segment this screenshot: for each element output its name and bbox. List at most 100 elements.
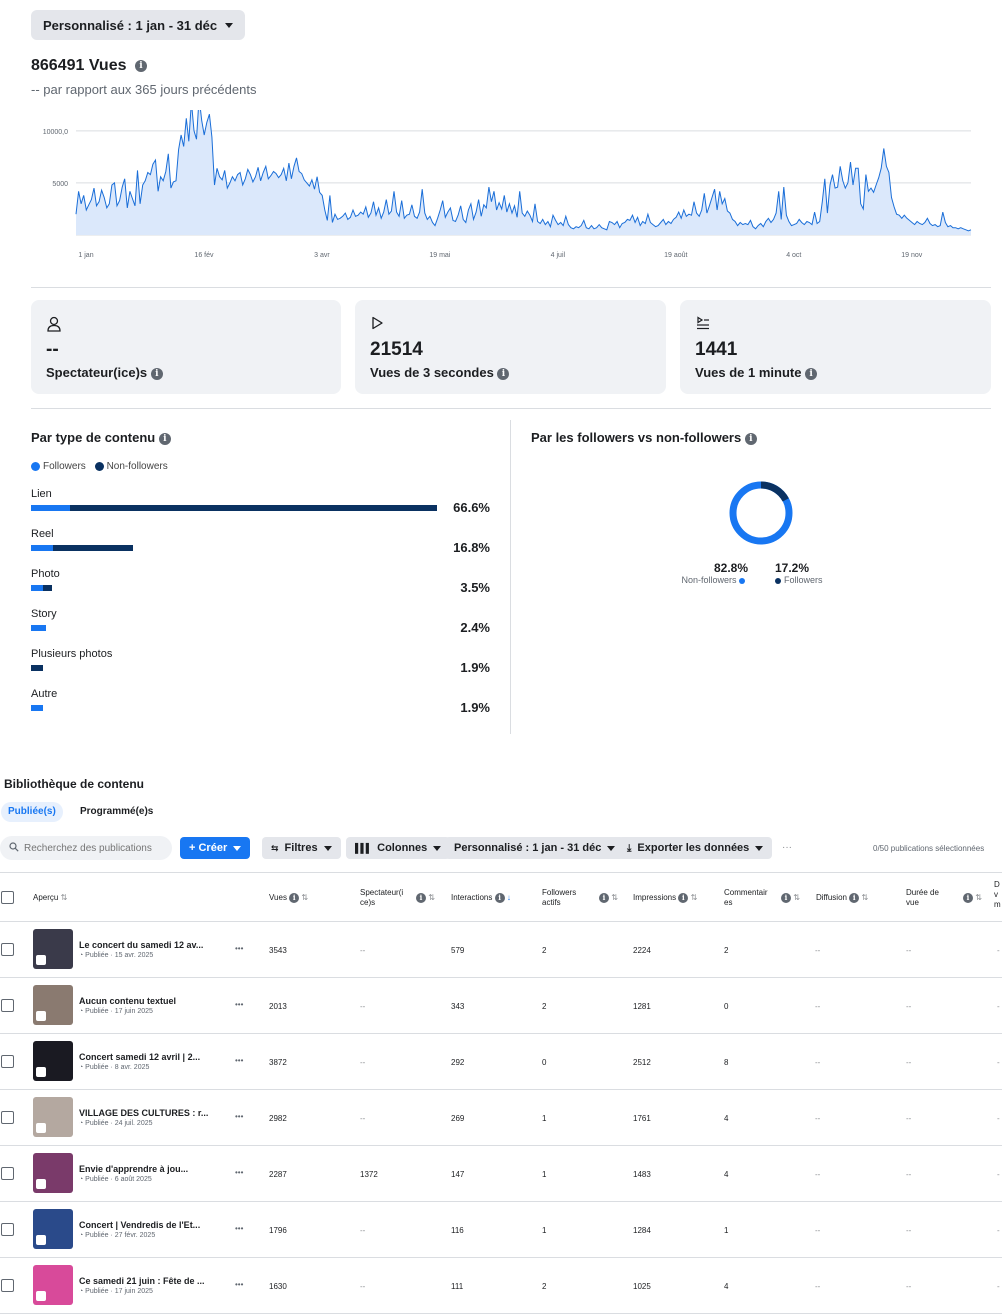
info-icon[interactable]: i	[158, 432, 171, 445]
row-more-button[interactable]: •••	[235, 1280, 243, 1289]
more-options-button[interactable]: ···	[782, 842, 792, 853]
row-more-button[interactable]: •••	[235, 1224, 243, 1233]
cell-distribution: --	[815, 1282, 821, 1291]
post-title[interactable]: Concert | Vendredis de l'Et...	[79, 1220, 200, 1230]
stat-value: --	[46, 339, 59, 360]
cell-duration: --	[906, 946, 912, 955]
date-range-button[interactable]: Personnalisé : 1 jan - 31 déc	[31, 10, 246, 40]
table-row[interactable]: Concert samedi 12 avril | 2... ◔ Publiée …	[0, 1034, 1002, 1090]
col-comments[interactable]: Commentair es	[724, 888, 774, 908]
post-type-icon	[36, 1123, 46, 1133]
x-tick-label: 19 mai	[429, 252, 450, 259]
row-more-button[interactable]: •••	[235, 1168, 243, 1177]
info-icon[interactable]: i	[805, 367, 818, 380]
table-row[interactable]: Aucun contenu textuel ◔ Publiée · 17 juin…	[0, 978, 1002, 1034]
export-button[interactable]: ⤓ Exporter les données	[618, 837, 773, 859]
info-icon[interactable]: i	[150, 367, 163, 380]
col-impressions[interactable]: Impressions i ⇅	[633, 893, 697, 903]
bar-label: Reel	[31, 528, 54, 540]
row-checkbox[interactable]	[1, 1223, 14, 1236]
non-followers-bar	[52, 545, 134, 551]
post-title[interactable]: VILLAGE DES CULTURES : r...	[79, 1108, 208, 1118]
followers-stat: 17.2% Followers	[775, 561, 855, 585]
cell-duration: --	[906, 1282, 912, 1291]
info-icon[interactable]: i	[497, 367, 510, 380]
table-row[interactable]: Envie d'apprendre à jou... ◔ Publiée · 6 …	[0, 1146, 1002, 1202]
col-active-followers[interactable]: Followers actifs	[542, 888, 586, 908]
col-comments-sort[interactable]: i ⇅	[781, 893, 800, 903]
followers-bar	[31, 505, 70, 511]
row-checkbox[interactable]	[1, 1167, 14, 1180]
post-thumbnail[interactable]	[33, 929, 73, 969]
col-watch-time[interactable]: Durée de vue	[906, 888, 950, 908]
cell-comments: 4	[724, 1114, 729, 1123]
cell-extra: -	[997, 1114, 1000, 1123]
bar-label: Photo	[31, 568, 60, 580]
caret-down-icon	[233, 845, 242, 851]
cell-views: 2013	[269, 1002, 287, 1011]
post-title[interactable]: Envie d'apprendre à jou...	[79, 1164, 188, 1174]
post-thumbnail[interactable]	[33, 1209, 73, 1249]
post-thumbnail[interactable]	[33, 985, 73, 1025]
post-title[interactable]: Aucun contenu textuel	[79, 996, 176, 1006]
row-more-button[interactable]: •••	[235, 1000, 243, 1009]
info-icon[interactable]: i	[744, 432, 757, 445]
search-input[interactable]	[24, 842, 164, 854]
stat-card-viewers: -- Spectateur(ice)s i	[31, 300, 341, 394]
row-checkbox[interactable]	[1, 1111, 14, 1124]
post-thumbnail[interactable]	[33, 1041, 73, 1081]
col-followers-sort[interactable]: i ⇅	[599, 893, 618, 903]
search-box[interactable]	[0, 836, 172, 860]
cell-distribution: --	[815, 1226, 821, 1235]
post-date: ◔ Publiée · 15 avr. 2025	[79, 952, 154, 959]
info-icon[interactable]: i	[134, 59, 147, 72]
post-thumbnail[interactable]	[33, 1153, 73, 1193]
row-more-button[interactable]: •••	[235, 944, 243, 953]
cell-duration: --	[906, 1170, 912, 1179]
row-more-button[interactable]: •••	[235, 1056, 243, 1065]
tab-published[interactable]: Publiée(s)	[1, 802, 63, 822]
table-row[interactable]: VILLAGE DES CULTURES : r... ◔ Publiée · 2…	[0, 1090, 1002, 1146]
tab-scheduled[interactable]: Programmé(e)s	[80, 806, 153, 817]
row-checkbox[interactable]	[1, 943, 14, 956]
columns-button[interactable]: ▌▌▌ Colonnes	[346, 837, 451, 859]
filters-button[interactable]: ⇆ Filtres	[262, 837, 341, 859]
col-views[interactable]: Vues i ⇅	[269, 893, 308, 903]
col-distribution[interactable]: Diffusion i ⇅	[816, 893, 868, 903]
col-viewers-sort[interactable]: i ⇅	[416, 893, 435, 903]
row-checkbox[interactable]	[1, 999, 14, 1012]
col-interactions[interactable]: Interactions i ↓	[451, 893, 511, 903]
col-watch-sort[interactable]: i ⇅	[963, 893, 982, 903]
cell-views: 1796	[269, 1226, 287, 1235]
col-viewers[interactable]: Spectateur(i ce)s	[360, 888, 404, 908]
post-title[interactable]: Concert samedi 12 avril | 2...	[79, 1052, 200, 1062]
play-icon	[371, 316, 383, 333]
cell-followers: 1	[542, 1226, 547, 1235]
col-extra[interactable]: D v m	[994, 880, 1002, 910]
col-preview[interactable]: Aperçu ⇅	[33, 893, 67, 903]
x-tick-label: 19 août	[664, 252, 687, 259]
create-button[interactable]: + Créer	[180, 837, 251, 859]
table-row[interactable]: Concert | Vendredis de l'Et... ◔ Publiée …	[0, 1202, 1002, 1258]
info-icon: i	[849, 893, 860, 903]
row-more-button[interactable]: •••	[235, 1112, 243, 1121]
post-title[interactable]: Le concert du samedi 12 av...	[79, 940, 203, 950]
x-tick-label: 3 avr	[314, 252, 330, 259]
info-icon: i	[963, 893, 973, 903]
row-checkbox[interactable]	[1, 1055, 14, 1068]
library-date-button[interactable]: Personnalisé : 1 jan - 31 déc	[445, 837, 625, 859]
cell-duration: --	[906, 1226, 912, 1235]
row-checkbox[interactable]	[1, 1279, 14, 1292]
table-row[interactable]: Ce samedi 21 juin : Fête de ... ◔ Publiée…	[0, 1258, 1002, 1314]
date-range-label: Personnalisé : 1 jan - 31 déc	[43, 17, 218, 33]
table-row[interactable]: Le concert du samedi 12 av... ◔ Publiée ·…	[0, 922, 1002, 978]
select-all-checkbox[interactable]	[1, 891, 14, 904]
post-title[interactable]: Ce samedi 21 juin : Fête de ...	[79, 1276, 205, 1286]
cell-extra: -	[997, 946, 1000, 955]
content-type-legend: Followers Non-followers	[31, 461, 168, 472]
views-chart: 10000,0 5000 1 jan 16 fév 3 avr 19 mai 4 juil 1…	[43, 110, 972, 259]
columns-icon: ▌▌▌	[355, 843, 372, 853]
post-thumbnail[interactable]	[33, 1265, 73, 1305]
post-thumbnail[interactable]	[33, 1097, 73, 1137]
post-type-icon	[36, 1067, 46, 1077]
